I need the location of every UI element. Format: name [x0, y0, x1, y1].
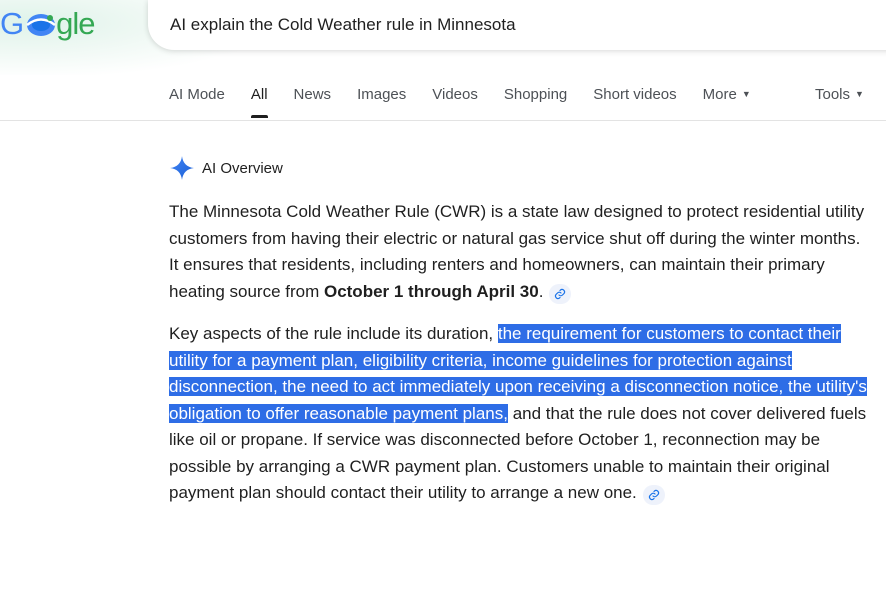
ai-overview-paragraph-2: Key aspects of the rule include its dura…	[169, 321, 869, 507]
tab-label: More	[702, 86, 737, 103]
tools-label: Tools	[815, 86, 851, 103]
ai-overview-title: AI Overview	[202, 159, 283, 177]
active-tab-indicator	[250, 115, 268, 118]
caret-down-icon: ▼	[855, 89, 864, 99]
paragraph-text: Key aspects of the rule include its dura…	[169, 324, 498, 343]
ai-overview-header: AI Overview	[169, 155, 283, 181]
tab-label: Shopping	[503, 86, 568, 103]
paragraph-end: .	[538, 281, 544, 301]
source-link-button[interactable]	[549, 283, 572, 304]
tab-label: Videos	[432, 86, 478, 103]
search-box[interactable]	[148, 0, 886, 50]
tab-images[interactable]: Images	[357, 86, 406, 103]
source-link-button[interactable]	[642, 485, 665, 505]
tab-short-videos[interactable]: Short videos	[593, 86, 676, 103]
tools-button[interactable]: Tools ▼	[815, 86, 864, 103]
tab-shopping[interactable]: Shopping	[504, 86, 567, 103]
caret-down-icon: ▼	[741, 89, 751, 99]
date-range: October 1 through April 30	[323, 281, 539, 301]
tab-all[interactable]: All	[250, 86, 268, 118]
header-divider	[0, 120, 886, 121]
google-logo[interactable]: G gle	[0, 4, 96, 44]
tab-videos[interactable]: Videos	[432, 86, 478, 103]
tab-label: AI Mode	[169, 86, 225, 103]
link-icon	[648, 489, 659, 501]
search-input[interactable]	[170, 15, 690, 35]
tab-label: All	[250, 86, 268, 103]
tab-label: Images	[357, 86, 407, 103]
link-icon	[555, 288, 566, 299]
logo-prefix: G	[0, 6, 24, 41]
sparkle-icon	[170, 156, 194, 180]
tab-ai-mode[interactable]: AI Mode	[169, 86, 225, 103]
tab-news[interactable]: News	[294, 86, 332, 103]
logo-suffix: gle	[56, 6, 95, 41]
tab-more[interactable]: More ▼	[703, 86, 751, 103]
doodle-icon	[26, 14, 56, 36]
tab-label: News	[293, 86, 332, 103]
search-tabs: AI Mode All News Images Videos Shopping …	[169, 86, 777, 120]
tab-label: Short videos	[593, 86, 677, 103]
ai-overview-paragraph-1: The Minnesota Cold Weather Rule (CWR) is…	[169, 199, 869, 305]
